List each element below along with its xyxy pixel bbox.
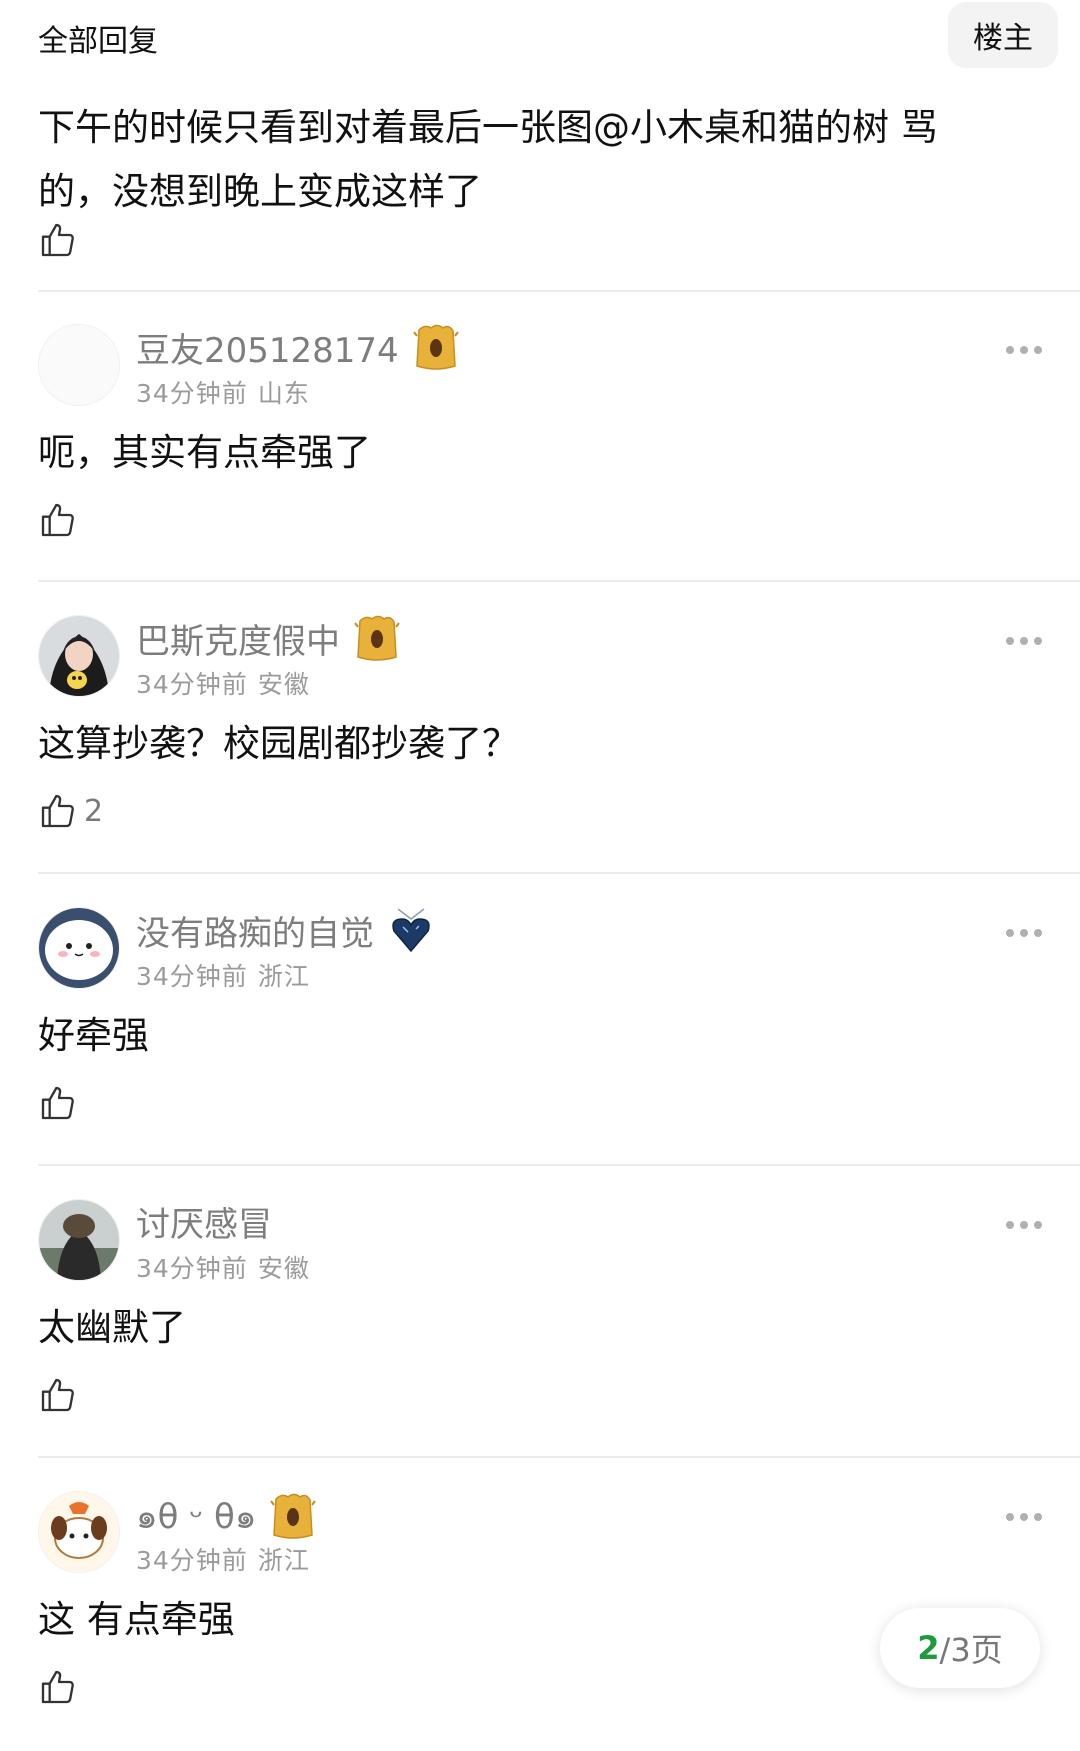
owner-only-button[interactable]: 楼主 bbox=[948, 2, 1058, 68]
reply-time: 34分钟前 bbox=[136, 1254, 248, 1283]
like-count: 2 bbox=[84, 793, 104, 829]
reply-item: 巴斯克度假中 34分钟前 安徽 这算抄袭？校园剧都抄袭了？ 2 bbox=[0, 583, 1080, 875]
stump-badge-icon bbox=[354, 615, 400, 661]
name-row: ๑θ ᵕ θ๑ bbox=[136, 1489, 317, 1543]
comment-page: 全部回复 楼主 下午的时候只看到对着最后一张图@小木桌和猫的树 骂的，没想到晚上… bbox=[0, 0, 1080, 1722]
reply-time: 34分钟前 bbox=[136, 670, 248, 699]
reply-item: 豆友205128174 34分钟前 山东 呃，其实有点牵强了 bbox=[0, 292, 1080, 584]
name-row: 豆友205128174 bbox=[136, 322, 459, 372]
reply-time: 34分钟前 bbox=[136, 379, 248, 408]
like-button[interactable] bbox=[38, 1375, 84, 1415]
avatar[interactable] bbox=[38, 907, 120, 989]
cartoon-dog-avatar-icon bbox=[39, 1492, 119, 1572]
avatar[interactable] bbox=[38, 615, 120, 697]
reply-text: 这算抄袭？校园剧都抄袭了？ bbox=[38, 722, 519, 765]
thumbs-up-icon bbox=[41, 223, 74, 257]
avatar[interactable] bbox=[38, 1491, 120, 1573]
reply-meta: 34分钟前 安徽 bbox=[136, 665, 310, 701]
thumbs-up-icon bbox=[41, 1670, 74, 1704]
reply-item: 没有路痴的自觉 34分钟前 浙江 好牵强 bbox=[0, 875, 1080, 1167]
user-photo-avatar-icon bbox=[39, 616, 119, 696]
like-button[interactable] bbox=[38, 500, 84, 540]
current-page: 2 bbox=[917, 1629, 940, 1667]
user-name[interactable]: 巴斯克度假中 bbox=[136, 614, 340, 663]
name-row: 没有路痴的自觉 bbox=[136, 905, 434, 955]
user-name[interactable]: 没有路痴的自觉 bbox=[136, 906, 374, 955]
page-indicator[interactable]: 2/3页 bbox=[880, 1608, 1040, 1688]
name-row: 巴斯克度假中 bbox=[136, 613, 400, 663]
like-button[interactable] bbox=[38, 1083, 84, 1123]
more-options-icon[interactable] bbox=[1006, 346, 1042, 354]
reply-text: 呃，其实有点牵强了 bbox=[38, 431, 371, 474]
thumbs-up-icon bbox=[41, 1086, 74, 1120]
stump-badge-icon bbox=[270, 1493, 317, 1539]
divider bbox=[38, 1456, 1080, 1458]
reply-text: 这 有点牵强 bbox=[38, 1598, 235, 1641]
divider bbox=[38, 872, 1080, 874]
like-button[interactable]: 2 bbox=[38, 791, 103, 831]
thumbs-up-icon bbox=[41, 503, 74, 537]
thumbs-up-icon bbox=[41, 794, 74, 828]
reply-item: 讨厌感冒 34分钟前 安徽 太幽默了 bbox=[0, 1167, 1080, 1459]
user-name[interactable]: 讨厌感冒 bbox=[136, 1197, 272, 1246]
more-options-icon[interactable] bbox=[1006, 1513, 1042, 1521]
reply-time: 34分钟前 bbox=[136, 962, 248, 991]
reply-text: 太幽默了 bbox=[38, 1306, 186, 1349]
cartoon-cat-avatar-icon bbox=[39, 908, 119, 988]
name-row: 讨厌感冒 bbox=[136, 1197, 272, 1246]
reply-region: 安徽 bbox=[257, 1254, 310, 1283]
reply-meta: 34分钟前 山东 bbox=[136, 374, 310, 410]
reply-region: 山东 bbox=[257, 379, 310, 408]
avatar[interactable] bbox=[38, 1199, 120, 1281]
blank-avatar-icon bbox=[39, 325, 119, 405]
heart-gem-badge-icon bbox=[392, 908, 430, 953]
reply-meta: 34分钟前 安徽 bbox=[136, 1249, 310, 1285]
user-name[interactable]: ๑θ ᵕ θ๑ bbox=[136, 1489, 256, 1543]
more-options-icon[interactable] bbox=[1006, 637, 1042, 645]
reply-region: 浙江 bbox=[257, 962, 310, 991]
reply-region: 浙江 bbox=[257, 1546, 310, 1575]
divider bbox=[38, 580, 1080, 582]
total-pages: /3页 bbox=[939, 1631, 1003, 1669]
user-photo-avatar-icon bbox=[39, 1200, 119, 1280]
divider bbox=[38, 1164, 1080, 1166]
reply-text: 好牵强 bbox=[38, 1014, 149, 1057]
user-name[interactable]: 豆友205128174 bbox=[136, 323, 399, 372]
thumbs-up-icon bbox=[41, 1378, 74, 1412]
reply-time: 34分钟前 bbox=[136, 1546, 248, 1575]
all-replies-title: 全部回复 bbox=[38, 24, 158, 59]
reply-meta: 34分钟前 浙江 bbox=[136, 1541, 310, 1577]
reply-header: 全部回复 楼主 bbox=[38, 0, 1058, 72]
reply-item: ๑θ ᵕ θ๑ 34分钟前 浙江 这 有点牵强 bbox=[0, 1459, 1080, 1751]
like-button[interactable] bbox=[38, 220, 84, 260]
reply-meta: 34分钟前 浙江 bbox=[136, 957, 310, 993]
like-button[interactable] bbox=[38, 1667, 84, 1707]
top-comment-text: 下午的时候只看到对着最后一张图@小木桌和猫的树 骂的，没想到晚上变成这样了 bbox=[38, 106, 938, 213]
more-options-icon[interactable] bbox=[1006, 1221, 1042, 1229]
more-options-icon[interactable] bbox=[1006, 929, 1042, 937]
stump-badge-icon bbox=[412, 324, 459, 370]
reply-region: 安徽 bbox=[257, 670, 310, 699]
avatar[interactable] bbox=[38, 324, 120, 406]
